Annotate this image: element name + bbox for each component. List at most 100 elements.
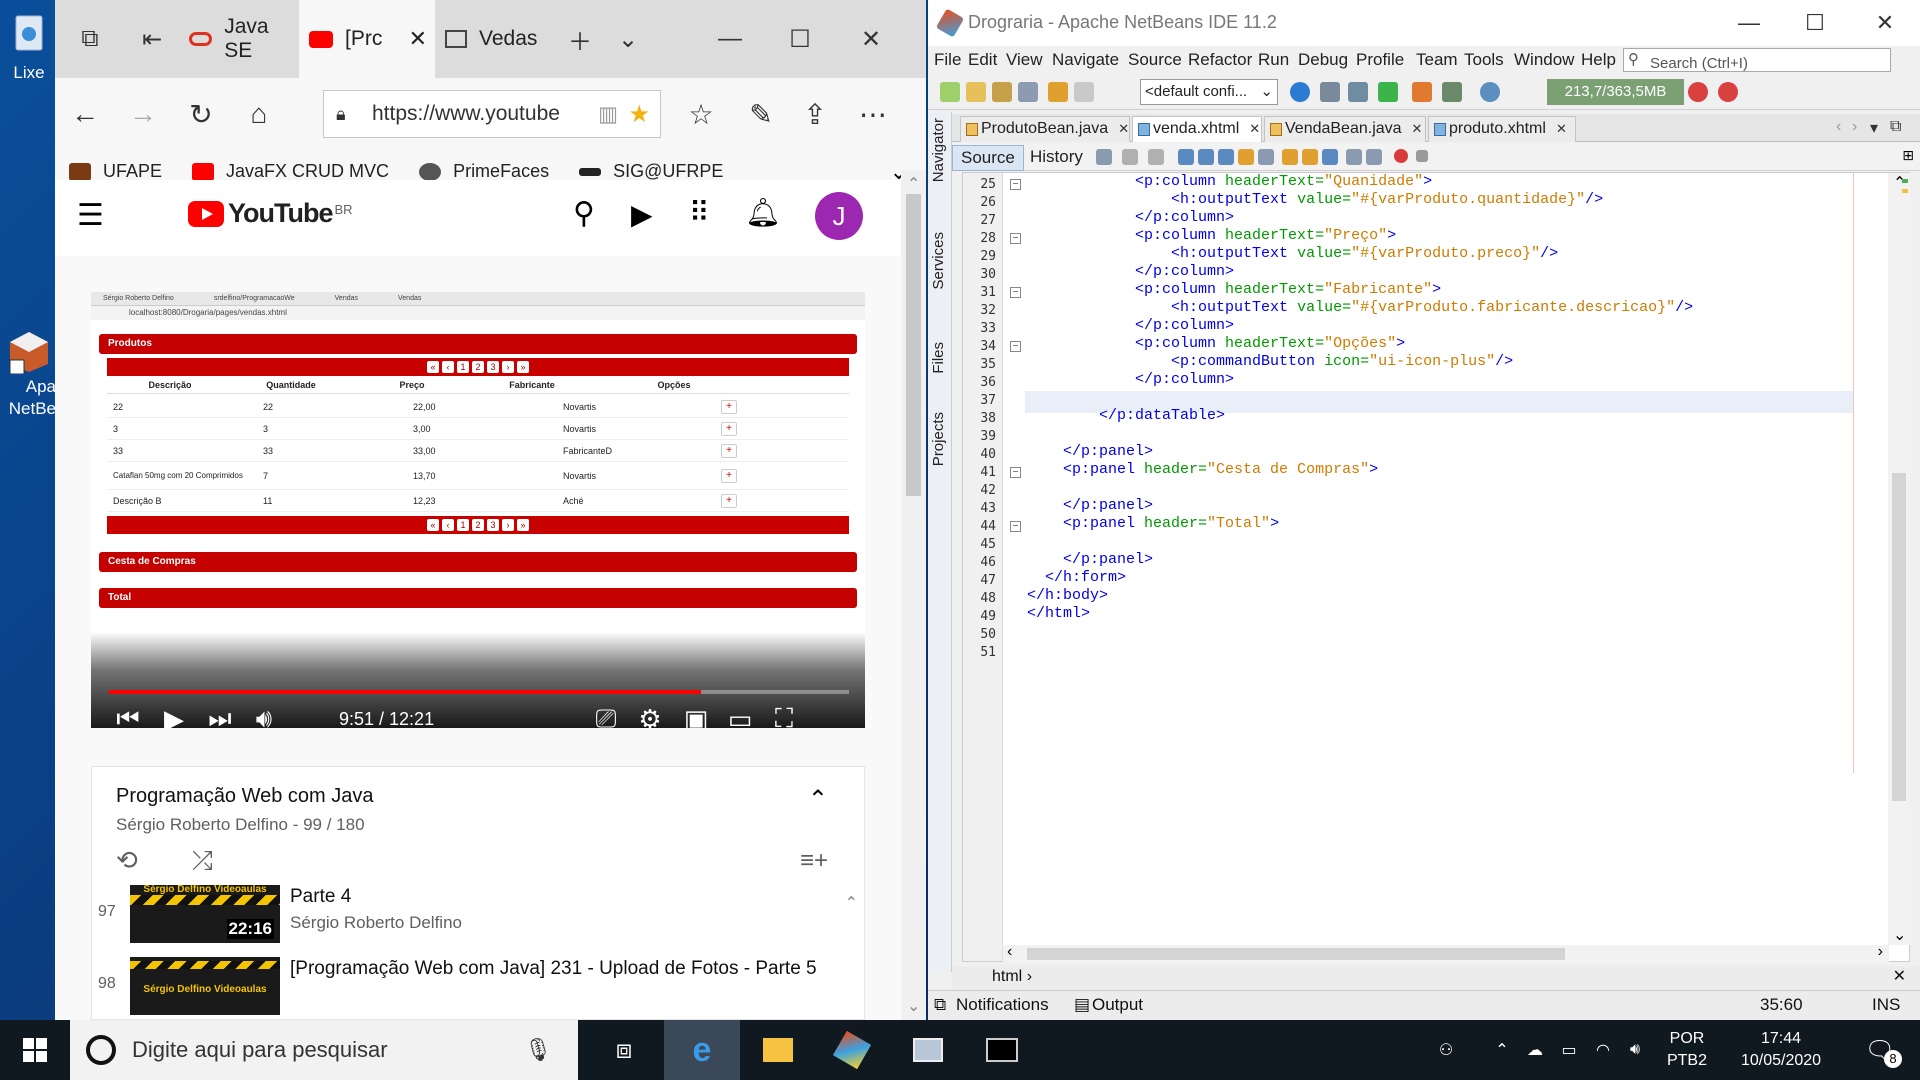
playlist-item[interactable]: 97 Sérgio Delfino Videoaulas 22:16 Parte…: [92, 885, 866, 947]
favorite-sig[interactable]: SIG@UFRPE: [579, 161, 723, 182]
fold-toggle-icon[interactable]: −: [1010, 467, 1021, 478]
favorite-primefaces[interactable]: PrimeFaces: [419, 161, 549, 182]
taskbar-netbeans[interactable]: [814, 1020, 890, 1080]
close-icon[interactable]: ✕: [1118, 121, 1129, 136]
close-icon[interactable]: ✕: [1249, 121, 1260, 136]
debug-icon[interactable]: [1412, 82, 1432, 102]
tab-history[interactable]: History: [1022, 145, 1091, 171]
fold-toggle-icon[interactable]: −: [1010, 341, 1021, 352]
playlist-item[interactable]: 98 Sérgio Delfino Videoaulas [Programaçã…: [92, 957, 866, 1019]
menu-file[interactable]: File: [934, 50, 961, 70]
save-playlist-icon[interactable]: ≡+: [800, 847, 828, 875]
side-tab-projects[interactable]: Projects: [930, 412, 947, 466]
run-icon[interactable]: [1378, 82, 1398, 102]
next-bookmark-icon[interactable]: [1302, 149, 1318, 165]
onedrive-icon[interactable]: ☁: [1520, 1020, 1550, 1080]
breadcrumb-close-icon[interactable]: ✕: [1893, 966, 1906, 988]
memory-indicator[interactable]: 213,7/363,5MB: [1547, 79, 1684, 105]
minimize-button[interactable]: —: [1714, 0, 1784, 46]
tab-scroll-left-icon[interactable]: ‹: [1836, 118, 1841, 136]
fold-toggle-icon[interactable]: −: [1010, 179, 1021, 190]
theater-button[interactable]: ▭: [723, 704, 757, 729]
horizontal-scroll-thumb[interactable]: [1027, 948, 1565, 960]
address-bar[interactable]: 🔒︎ https://www.youtube ▥ ★: [323, 90, 661, 138]
editor-vertical-scrollbar[interactable]: ⌃ ⌄: [1888, 173, 1910, 945]
wifi-icon[interactable]: ◠: [1588, 1020, 1618, 1080]
file-tab-produtobean[interactable]: ProdutoBean.java ✕: [960, 116, 1130, 142]
menu-tools[interactable]: Tools: [1464, 50, 1504, 70]
menu-navigate[interactable]: Navigate: [1052, 50, 1119, 70]
undo-icon[interactable]: [1048, 82, 1068, 102]
redo-icon[interactable]: [1074, 82, 1094, 102]
show-hidden-icons[interactable]: ⌃: [1488, 1020, 1516, 1080]
play-button[interactable]: ▶: [157, 704, 191, 729]
apps-grid-icon[interactable]: ⠿: [689, 196, 710, 229]
favorite-ufape[interactable]: UFAPE: [69, 161, 162, 182]
subtitles-button[interactable]: ⎚: [589, 703, 623, 728]
last-edit-icon[interactable]: [1096, 149, 1112, 165]
file-tab-vendabean[interactable]: VendaBean.java ✕: [1264, 116, 1426, 142]
clean-build-icon[interactable]: [1348, 82, 1368, 102]
menu-team[interactable]: Team: [1416, 50, 1458, 70]
forward-button[interactable]: →: [113, 78, 173, 150]
save-all-icon[interactable]: [1018, 82, 1038, 102]
close-icon[interactable]: ✕: [1412, 121, 1423, 136]
config-select[interactable]: <default confi... ⌄: [1140, 79, 1278, 105]
file-tab-produto-xhtml[interactable]: produto.xhtml ✕: [1428, 116, 1576, 142]
breadcrumb-item[interactable]: html: [992, 968, 1022, 985]
bell-icon[interactable]: 🔔︎: [745, 196, 781, 229]
tab-source[interactable]: Source: [952, 145, 1024, 171]
open-project-icon[interactable]: [992, 82, 1012, 102]
find-icon[interactable]: [1178, 149, 1194, 165]
scroll-thumb[interactable]: [906, 194, 921, 496]
menu-debug[interactable]: Debug: [1298, 50, 1348, 70]
build-icon[interactable]: [1320, 82, 1340, 102]
action-center-button[interactable]: 🗨︎ 8: [1856, 1020, 1904, 1080]
close-window-button[interactable]: ✕: [1850, 0, 1920, 46]
tab-list-button[interactable]: ⌄: [603, 0, 653, 78]
clock[interactable]: 17:44 10/05/2020: [1726, 1020, 1836, 1080]
profile-icon[interactable]: [1442, 82, 1462, 102]
taskbar-search[interactable]: Digite aqui para pesquisar 🎙︎: [70, 1020, 578, 1080]
recycle-bin-shortcut[interactable]: Lixe: [2, 10, 56, 84]
tab-scroll-right-icon[interactable]: ›: [1852, 118, 1857, 136]
restore-window-icon[interactable]: ⧉: [1890, 118, 1901, 136]
favorite-star-icon[interactable]: ★: [628, 100, 650, 129]
side-tab-files[interactable]: Files: [930, 342, 947, 374]
tabs-aside-button[interactable]: ⇤: [117, 0, 187, 78]
home-button[interactable]: ⌂: [229, 78, 289, 150]
prev-bookmark-icon[interactable]: [1282, 149, 1298, 165]
playlist-scroll-up-icon[interactable]: ⌃: [845, 893, 858, 913]
tab-java-se[interactable]: Java SE: [179, 0, 299, 78]
netbeans-desktop-shortcut[interactable]: Apa NetBe: [2, 330, 56, 420]
vertical-scroll-thumb[interactable]: [1892, 473, 1906, 801]
menu-source[interactable]: Source: [1128, 50, 1182, 70]
menu-refactor[interactable]: Refactor: [1188, 50, 1252, 70]
menu-view[interactable]: View: [1006, 50, 1043, 70]
previous-button[interactable]: ⏮: [111, 703, 145, 728]
task-view-button[interactable]: ⧈: [584, 1020, 664, 1080]
menu-run[interactable]: Run: [1258, 50, 1289, 70]
tab-vedas[interactable]: Vedas: [435, 0, 551, 78]
side-tab-services[interactable]: Services: [930, 232, 947, 290]
fold-toggle-icon[interactable]: −: [1010, 521, 1021, 532]
taskbar-file-explorer[interactable]: [740, 1020, 816, 1080]
highlight-icon[interactable]: [1238, 149, 1254, 165]
tab-preview-button[interactable]: ⧉: [55, 0, 125, 78]
close-window-button[interactable]: ✕: [836, 0, 906, 78]
menu-icon[interactable]: ☰: [77, 198, 104, 233]
refresh-button[interactable]: ↻: [171, 78, 231, 150]
page-scrollbar[interactable]: ⌃ ⌄: [901, 170, 926, 1020]
forward-history-icon[interactable]: [1148, 149, 1164, 165]
stop-macro-icon[interactable]: [1416, 150, 1428, 162]
menu-profile[interactable]: Profile: [1356, 50, 1404, 70]
find-next-icon[interactable]: [1218, 149, 1234, 165]
new-file-icon[interactable]: [940, 82, 960, 102]
loop-icon[interactable]: ⟲: [116, 845, 138, 876]
battery-icon[interactable]: ▭: [1554, 1020, 1584, 1080]
favorite-javafx[interactable]: JavaFX CRUD MVC: [192, 161, 389, 182]
maximize-button[interactable]: ☐: [765, 0, 835, 78]
globe-icon[interactable]: [1290, 82, 1310, 102]
create-video-icon[interactable]: ▶︎: [631, 198, 653, 231]
volume-icon[interactable]: 🔊︎: [1620, 1020, 1650, 1080]
